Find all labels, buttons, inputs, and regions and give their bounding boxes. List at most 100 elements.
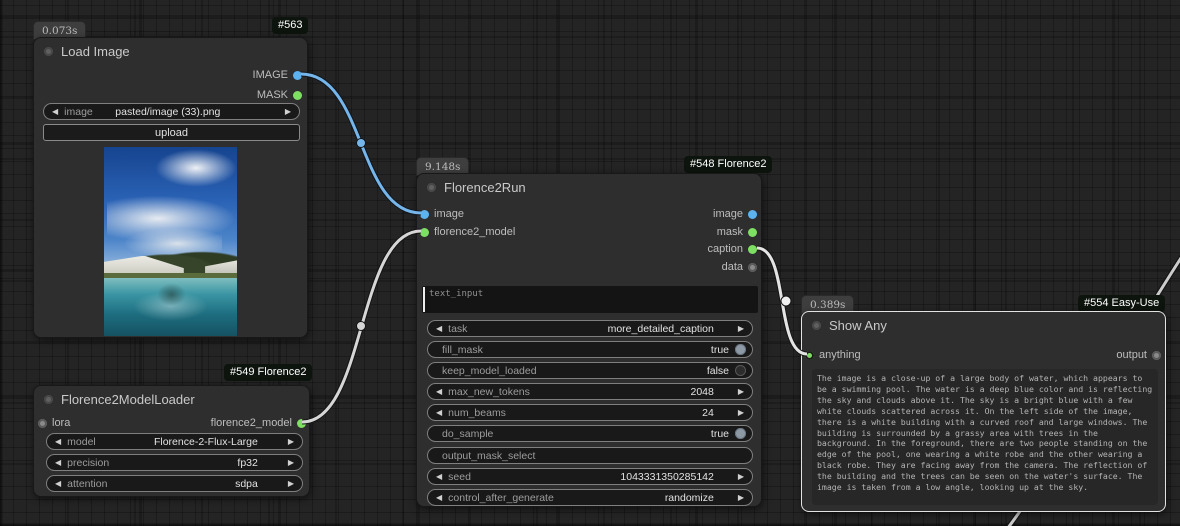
node-title: Load Image — [61, 43, 130, 59]
upload-button[interactable]: upload — [43, 124, 300, 141]
widget-label: do_sample — [442, 427, 494, 440]
widget-label: model — [67, 435, 96, 448]
output-slot-caption[interactable]: caption — [708, 242, 757, 256]
task-combo-widget[interactable]: ◀ task more_detailed_caption ▶ — [427, 320, 753, 337]
control-after-generate-combo-widget[interactable]: ◀ control_after_generate randomize ▶ — [427, 489, 753, 506]
widget-label: output_mask_select — [442, 449, 536, 462]
combo-left-arrow-icon[interactable]: ◀ — [55, 458, 61, 467]
number-decrement-icon[interactable]: ◀ — [436, 387, 442, 396]
model-combo-widget[interactable]: ◀ model Florence-2-Flux-Large ▶ — [46, 433, 303, 450]
widget-label: precision — [67, 456, 110, 469]
combo-right-arrow-icon[interactable]: ▶ — [288, 479, 294, 488]
input-slot-lora[interactable]: lora — [38, 416, 70, 430]
output-dot-image[interactable] — [293, 70, 302, 80]
model-loader-id-badge: #549 Florence2 — [224, 364, 313, 381]
widget-label: task — [448, 322, 468, 335]
number-increment-icon[interactable]: ▶ — [738, 387, 744, 396]
collapse-dot-icon[interactable] — [44, 394, 53, 404]
output-dot-mask[interactable] — [293, 90, 302, 100]
input-slot-label: lora — [52, 417, 71, 429]
num-beams-number-widget[interactable]: ◀ num_beams 24 ▶ — [427, 404, 753, 421]
text-input-placeholder: text_input — [429, 289, 484, 299]
input-dot-lora[interactable] — [38, 418, 47, 428]
output-dot-image[interactable] — [748, 209, 757, 219]
output-dot-florence2-model[interactable] — [297, 418, 306, 428]
widget-value: randomize — [664, 491, 714, 504]
number-decrement-icon[interactable]: ◀ — [436, 408, 442, 417]
output-slot-mask[interactable]: MASK — [257, 88, 302, 102]
node-title: Show Any — [829, 317, 887, 333]
input-dot-florence2-model[interactable] — [420, 227, 429, 237]
show-any-id-badge: #554 Easy-Use — [1078, 295, 1166, 312]
fill-mask-toggle-widget[interactable]: fill_mask true — [427, 341, 753, 358]
collapse-dot-icon[interactable] — [812, 320, 821, 330]
output-dot-mask[interactable] — [748, 227, 757, 237]
output-dot-caption[interactable] — [748, 244, 757, 254]
florence2run-title-bar: Florence2Run — [417, 174, 761, 200]
input-slot-anything[interactable]: anything — [805, 348, 861, 362]
output-slot-label: IMAGE — [252, 69, 288, 81]
attention-combo-widget[interactable]: ◀ attention sdpa ▶ — [46, 475, 303, 492]
widget-label: num_beams — [448, 406, 506, 419]
input-slot-florence2-model[interactable]: florence2_model — [420, 225, 515, 239]
combo-right-arrow-icon[interactable]: ▶ — [288, 437, 294, 446]
florence2-model-loader-node[interactable]: Florence2ModelLoader lora florence2_mode… — [33, 385, 310, 497]
load-image-node[interactable]: Load Image IMAGE MASK ◀ image pasted/ima… — [33, 37, 308, 338]
toggle-on-icon[interactable] — [735, 344, 746, 355]
output-dot-output[interactable] — [1152, 350, 1161, 360]
combo-right-arrow-icon[interactable]: ▶ — [738, 324, 744, 333]
widget-value: 1043331350285142 — [620, 470, 714, 483]
florence2run-node[interactable]: Florence2Run image florence2_model image… — [416, 173, 762, 507]
combo-left-arrow-icon[interactable]: ◀ — [52, 107, 58, 116]
seed-number-widget[interactable]: ◀ seed 1043331350285142 ▶ — [427, 468, 753, 485]
toggle-on-icon[interactable] — [735, 428, 746, 439]
combo-left-arrow-icon[interactable]: ◀ — [55, 437, 61, 446]
upload-button-label: upload — [154, 126, 189, 139]
precision-combo-widget[interactable]: ◀ precision fp32 ▶ — [46, 454, 303, 471]
combo-left-arrow-icon[interactable]: ◀ — [436, 493, 442, 502]
collapse-dot-icon[interactable] — [427, 182, 436, 192]
widget-label: attention — [67, 477, 108, 490]
do-sample-toggle-widget[interactable]: do_sample true — [427, 425, 753, 442]
widget-label: control_after_generate — [448, 491, 554, 504]
output-slot-florence2-model[interactable]: florence2_model — [211, 416, 306, 430]
number-increment-icon[interactable]: ▶ — [738, 408, 744, 417]
node-title: Florence2ModelLoader — [61, 391, 195, 407]
caption-text-display[interactable]: The image is a close-up of a large body … — [812, 369, 1158, 505]
model-loader-title-bar: Florence2ModelLoader — [34, 386, 309, 412]
combo-left-arrow-icon[interactable]: ◀ — [55, 479, 61, 488]
output-mask-select-text-widget[interactable]: output_mask_select — [427, 447, 753, 464]
output-slot-mask[interactable]: mask — [717, 225, 757, 239]
image-combo-widget[interactable]: ◀ image pasted/image (33).png ▶ — [43, 103, 300, 120]
max-new-tokens-number-widget[interactable]: ◀ max_new_tokens 2048 ▶ — [427, 383, 753, 400]
collapse-dot-icon[interactable] — [44, 46, 53, 56]
widget-value: true — [710, 343, 729, 356]
widget-value: fp32 — [237, 456, 258, 469]
output-dot-data[interactable] — [748, 262, 757, 272]
widget-value: more_detailed_caption — [607, 322, 714, 335]
output-slot-image[interactable]: image — [713, 207, 757, 221]
input-dot-anything[interactable] — [805, 350, 814, 360]
preview-cloud — [154, 148, 237, 187]
show-any-node[interactable]: Show Any anything output The image is a … — [801, 311, 1166, 512]
output-slot-label: caption — [707, 243, 743, 255]
output-slot-image[interactable]: IMAGE — [253, 68, 302, 82]
number-increment-icon[interactable]: ▶ — [738, 472, 744, 481]
combo-right-arrow-icon[interactable]: ▶ — [285, 107, 291, 116]
keep-model-loaded-toggle-widget[interactable]: keep_model_loaded false — [427, 362, 753, 379]
combo-right-arrow-icon[interactable]: ▶ — [288, 458, 294, 467]
combo-right-arrow-icon[interactable]: ▶ — [738, 493, 744, 502]
toggle-off-icon[interactable] — [735, 365, 746, 376]
widget-label: max_new_tokens — [448, 385, 530, 398]
output-slot-data[interactable]: data — [722, 260, 757, 274]
input-slot-label: anything — [819, 349, 861, 361]
node-title: Florence2Run — [444, 179, 526, 195]
combo-label: image — [64, 105, 93, 118]
input-dot-image[interactable] — [420, 209, 429, 219]
output-slot-output[interactable]: output — [1116, 348, 1161, 362]
text-input-textarea[interactable]: text_input — [422, 286, 758, 313]
number-decrement-icon[interactable]: ◀ — [436, 472, 442, 481]
widget-value: true — [710, 427, 729, 440]
combo-left-arrow-icon[interactable]: ◀ — [436, 324, 442, 333]
input-slot-image[interactable]: image — [420, 207, 464, 221]
